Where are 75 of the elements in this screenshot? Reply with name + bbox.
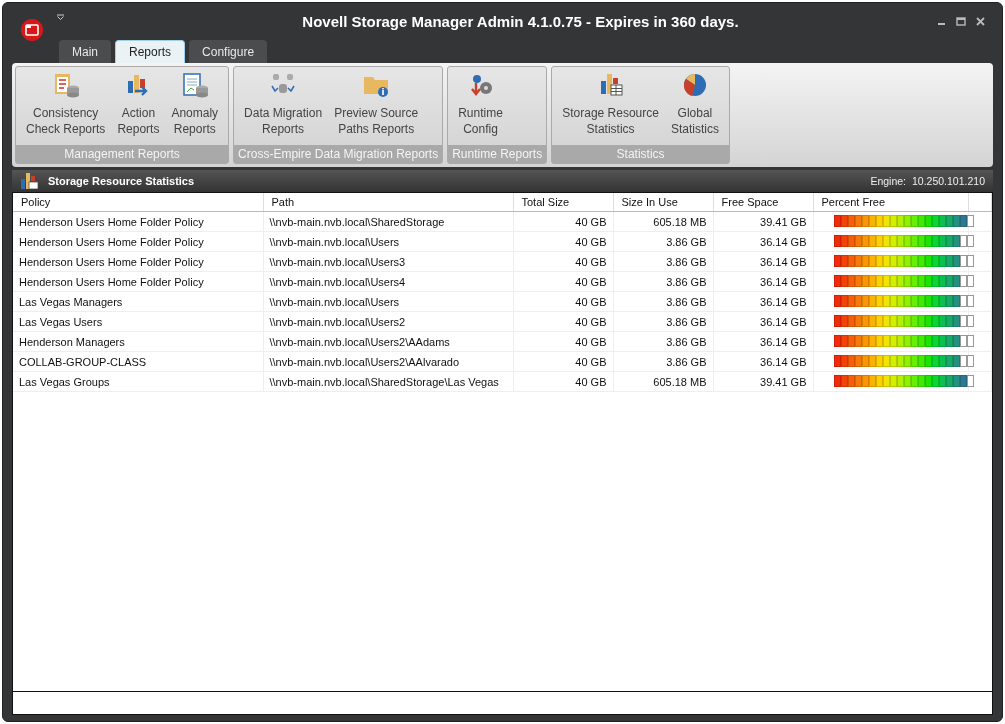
table-cell: 36.14 GB xyxy=(713,271,813,292)
ribbon-button[interactable]: Data Migration Reports xyxy=(238,67,329,145)
column-header[interactable]: Total Size xyxy=(513,193,613,212)
ribbon-tab[interactable]: Configure xyxy=(189,40,268,63)
close-icon[interactable] xyxy=(976,16,985,26)
table-cell: 40 GB xyxy=(513,211,613,232)
window-title: Novell Storage Manager Admin 4.1.0.75 - Expires in 360 days. xyxy=(301,12,740,30)
ribbon-button[interactable]: Runtime Config xyxy=(452,67,509,145)
panel-title: Storage Resource Statistics xyxy=(48,175,195,187)
table-cell: 40 GB xyxy=(513,311,613,332)
table-cell: Henderson Users Home Folder Policy xyxy=(13,231,263,252)
table-cell: 39.41 GB xyxy=(713,371,813,392)
table-cell: 40 GB xyxy=(513,251,613,272)
table-cell: 36.14 GB xyxy=(713,291,813,312)
column-header[interactable]: Free Space xyxy=(713,193,813,212)
table-cell: 3.86 GB xyxy=(613,291,713,312)
table-cell: 40 GB xyxy=(513,291,613,312)
table-cell: 3.86 GB xyxy=(613,231,713,252)
table-cell: 3.86 GB xyxy=(613,271,713,292)
table-cell: \\nvb-main.nvb.local\Users2\AAlvarado xyxy=(263,351,513,372)
table-cell: 40 GB xyxy=(513,371,613,392)
table-cell: COLLAB-GROUP-CLASS xyxy=(13,351,263,372)
table-cell: Las Vegas Groups xyxy=(13,371,263,392)
table-cell: 36.14 GB xyxy=(713,311,813,332)
table-cell: \\nvb-main.nvb.local\Users4 xyxy=(263,271,513,292)
maximize-icon[interactable] xyxy=(956,16,966,26)
dropdown-arrow-icon[interactable] xyxy=(57,14,64,20)
table-cell: Henderson Users Home Folder Policy xyxy=(13,271,263,292)
column-header[interactable]: Policy xyxy=(13,193,263,212)
table-cell: 40 GB xyxy=(513,331,613,352)
table-cell: 605.18 MB xyxy=(613,371,713,392)
group-caption: Runtime Reports xyxy=(448,145,547,163)
table-cell: Las Vegas Users xyxy=(13,311,263,332)
column-header[interactable]: Size In Use xyxy=(613,193,713,212)
table-cell: Henderson Users Home Folder Policy xyxy=(13,211,263,232)
table-cell: \\nvb-main.nvb.local\Users xyxy=(263,231,513,252)
table-cell: 40 GB xyxy=(513,231,613,252)
table-cell: 3.86 GB xyxy=(613,311,713,332)
table-cell: 36.14 GB xyxy=(713,351,813,372)
table-cell: \\nvb-main.nvb.local\SharedStorage\Las Vegas xyxy=(263,371,513,392)
table-cell: 39.41 GB xyxy=(713,211,813,232)
app-logo-icon[interactable] xyxy=(21,19,43,41)
engine-address: 10.250.101.210 xyxy=(912,175,985,187)
table-cell: 40 GB xyxy=(513,351,613,372)
table-cell: Henderson Managers xyxy=(13,331,263,352)
ribbon-tab[interactable]: Reports xyxy=(115,40,186,63)
ribbon-button[interactable]: Anomaly Reports xyxy=(165,67,225,145)
table-cell: 3.86 GB xyxy=(613,351,713,372)
ribbon-tab[interactable]: Main xyxy=(59,40,111,63)
table-cell: 3.86 GB xyxy=(613,331,713,352)
engine-label: Engine: xyxy=(870,175,906,187)
ribbon-button[interactable]: Preview Source Paths Reports xyxy=(328,67,425,145)
table-cell: Las Vegas Managers xyxy=(13,291,263,312)
table-cell: \\nvb-main.nvb.local\Users xyxy=(263,291,513,312)
table-cell: 36.14 GB xyxy=(713,231,813,252)
table-cell: 605.18 MB xyxy=(613,211,713,232)
ribbon-button[interactable]: Action Reports xyxy=(111,67,166,145)
group-caption: Cross-Empire Data Migration Reports xyxy=(234,145,443,163)
column-header[interactable]: Path xyxy=(263,193,513,212)
table-cell: \\nvb-main.nvb.local\SharedStorage xyxy=(263,211,513,232)
table-cell: \\nvb-main.nvb.local\Users2\AAdams xyxy=(263,331,513,352)
table-cell: 3.86 GB xyxy=(613,251,713,272)
ribbon-button[interactable]: Storage Resource Statistics xyxy=(556,67,665,145)
column-header[interactable]: Percent Free xyxy=(813,193,968,212)
bar-chart-table-icon xyxy=(20,173,38,189)
table-cell: 36.14 GB xyxy=(713,251,813,272)
ribbon-button[interactable]: Consistency Check Reports xyxy=(20,67,112,145)
table-cell: 36.14 GB xyxy=(713,331,813,352)
table-cell: \\nvb-main.nvb.local\Users3 xyxy=(263,251,513,272)
ribbon-button[interactable]: Global Statistics xyxy=(664,67,725,145)
group-caption: Statistics xyxy=(552,145,729,163)
table-cell: \\nvb-main.nvb.local\Users2 xyxy=(263,311,513,332)
table-cell: Henderson Users Home Folder Policy xyxy=(13,251,263,272)
table-cell: 40 GB xyxy=(513,271,613,292)
group-caption: Management Reports xyxy=(16,145,229,163)
